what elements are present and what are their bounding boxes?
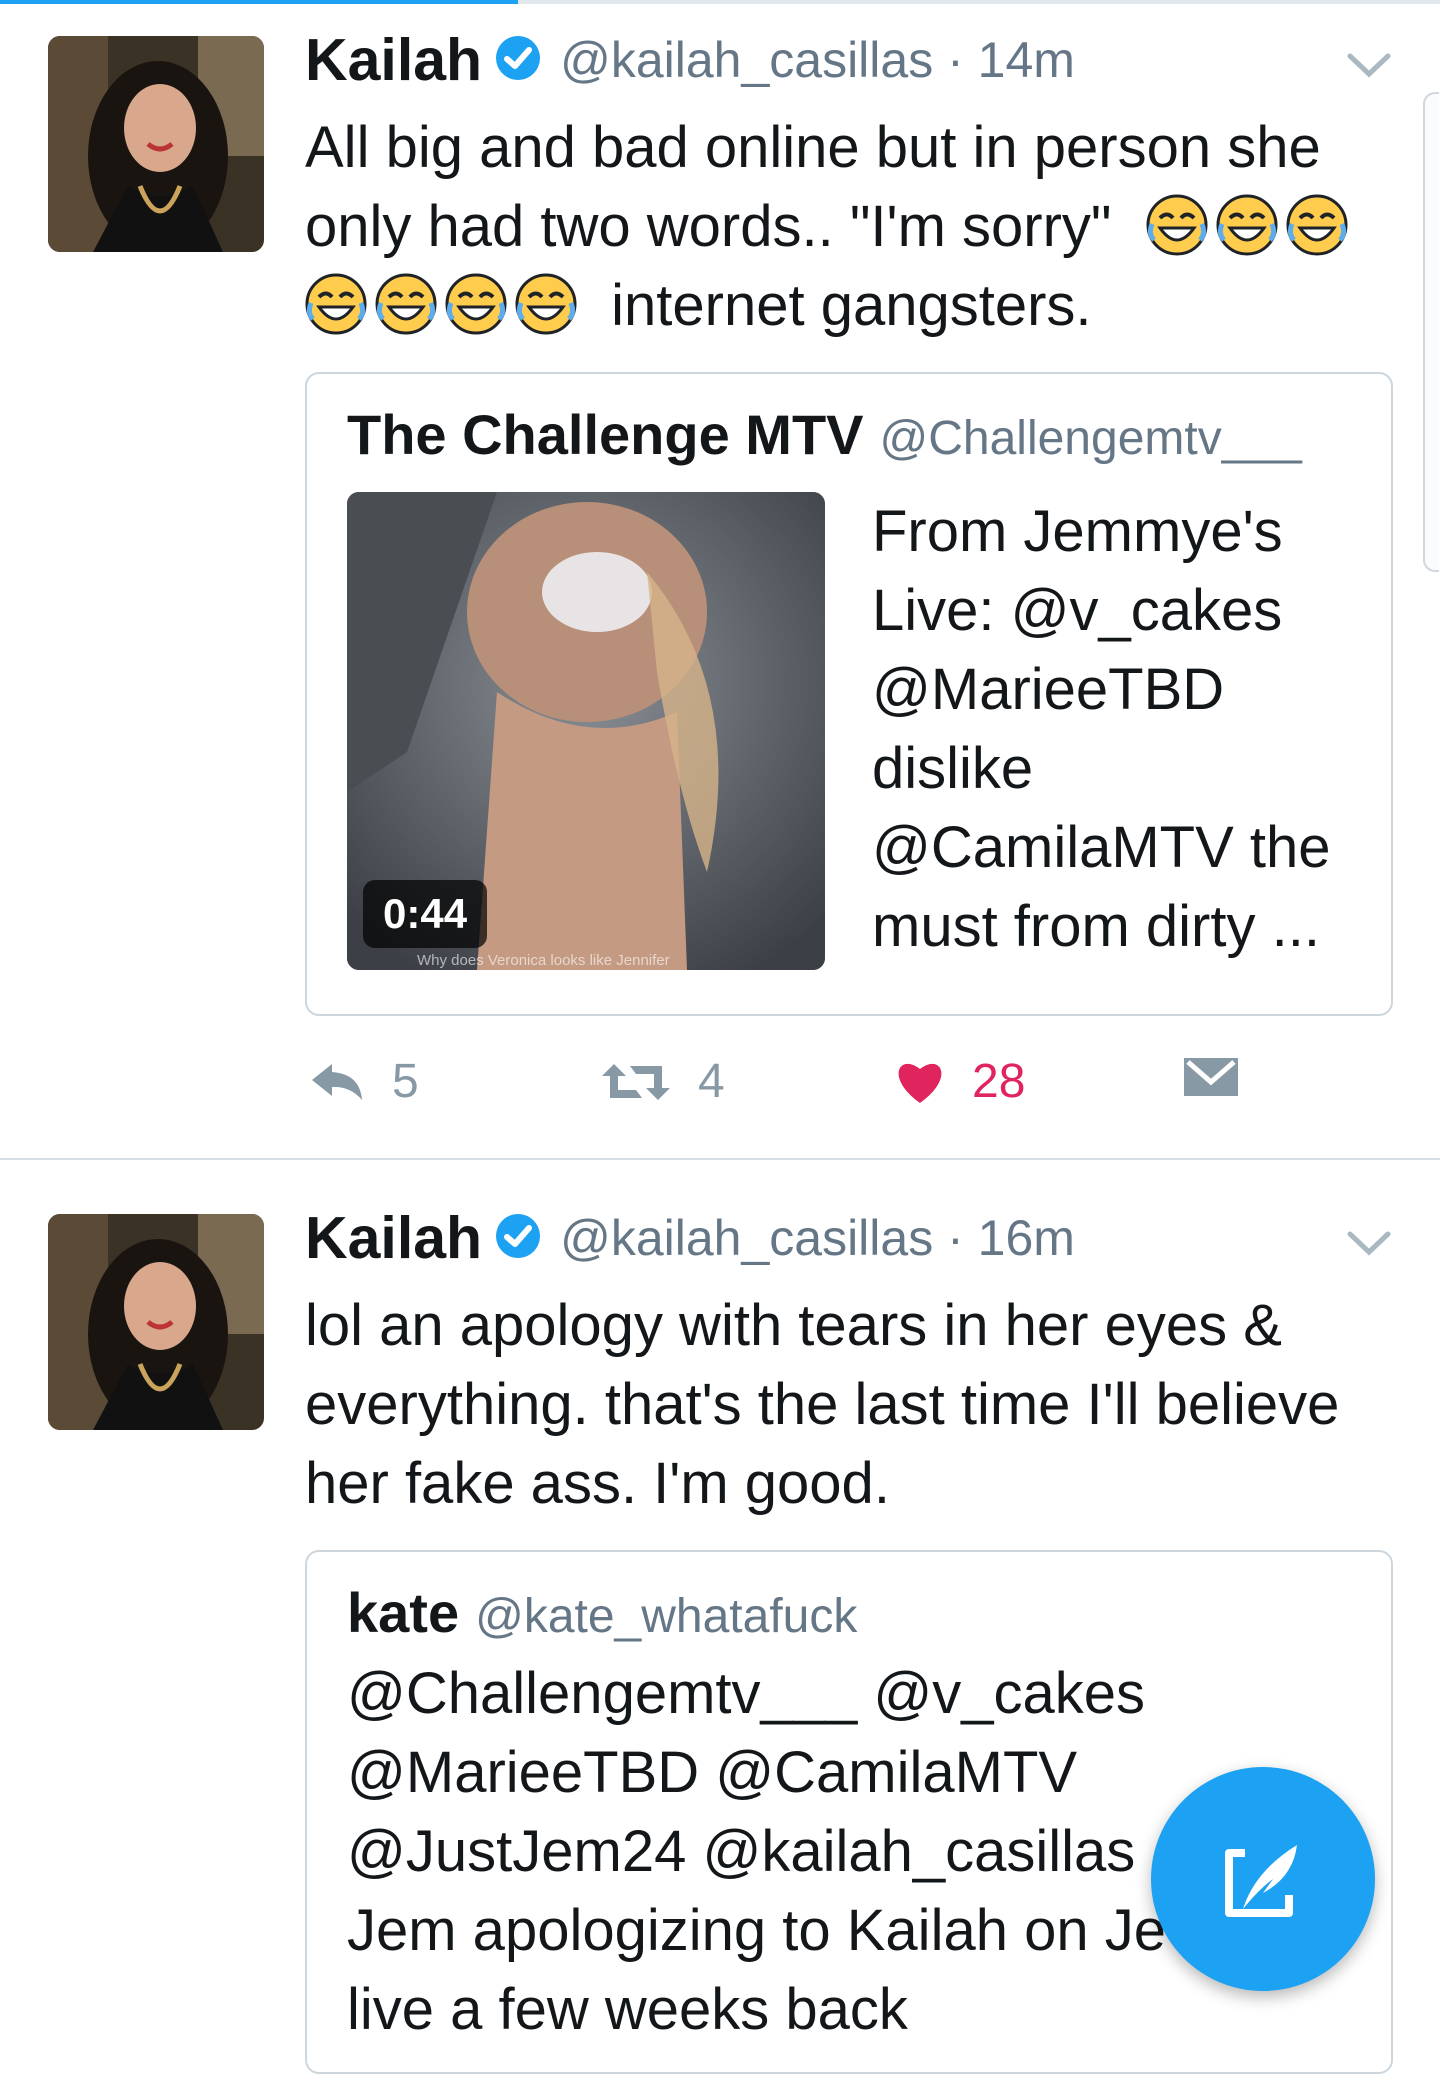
- heart-icon: [898, 1063, 942, 1103]
- tweet-text: lol an apology with tears in her eyes & …: [305, 1293, 1340, 1516]
- reply-count: 5: [392, 1055, 419, 1108]
- verified-badge-icon: [494, 1212, 542, 1265]
- quoted-author-handle: @Challengemtv___: [879, 412, 1302, 465]
- like-count: 28: [972, 1055, 1026, 1108]
- quoted-tweet-text: From Jemmye's Live: @v_cakes @MarieeTBD …: [872, 499, 1331, 959]
- quoted-tweet[interactable]: The Challenge MTV @Challengemtv___ 0:44 …: [305, 372, 1393, 1016]
- face-with-tears-of-joy-icon: [305, 273, 367, 335]
- author-handle[interactable]: @kailah_casillas: [560, 1209, 933, 1267]
- compose-tweet-icon: [1225, 1845, 1297, 1917]
- chevron-down-icon[interactable]: [1346, 50, 1392, 85]
- quoted-tweet-text: @Challengemtv___ @v_cakes @MarieeTBD @Ca…: [347, 1661, 1166, 2042]
- quoted-author-name: kate: [347, 1581, 460, 1644]
- author-handle[interactable]: @kailah_casillas: [560, 31, 933, 89]
- direct-message-icon: [1184, 1058, 1238, 1096]
- verified-badge-icon: [494, 34, 542, 87]
- avatar[interactable]: [48, 1214, 264, 1430]
- quoted-author-handle: @kate_whatafuck: [475, 1590, 858, 1643]
- face-with-tears-of-joy-icon: [1146, 194, 1208, 256]
- tweet-header: Kailah @kailah_casillas · 14m: [305, 26, 1075, 94]
- retweet-icon: [602, 1063, 670, 1100]
- chevron-down-icon[interactable]: [1346, 1228, 1392, 1263]
- tweet-text: All big and bad online but in person she…: [305, 108, 1405, 345]
- quoted-author-name: The Challenge MTV: [347, 403, 864, 466]
- face-with-tears-of-joy-icon: [445, 273, 507, 335]
- quoted-tweet-header: kate @kate_whatafuck: [347, 1580, 857, 1645]
- tweet[interactable]: Kailah @kailah_casillas · 14m All big an…: [0, 0, 1440, 1160]
- tweet-actions: 5 4 28: [0, 1054, 1440, 1124]
- retweet-count: 4: [698, 1055, 725, 1108]
- quoted-tweet-header: The Challenge MTV @Challengemtv___: [347, 402, 1302, 467]
- tweet-time: · 14m: [947, 32, 1075, 88]
- author-name[interactable]: Kailah: [305, 26, 482, 94]
- video-duration: 0:44: [363, 880, 488, 948]
- avatar[interactable]: [48, 36, 264, 252]
- tweet-time: · 16m: [947, 1210, 1075, 1266]
- author-name[interactable]: Kailah: [305, 1204, 482, 1272]
- face-with-tears-of-joy-icon: [375, 273, 437, 335]
- face-with-tears-of-joy-icon: [1286, 194, 1348, 256]
- retweet-button[interactable]: 4: [600, 1054, 725, 1109]
- reply-icon: [312, 1063, 362, 1100]
- video-thumbnail[interactable]: 0:44 Why does Veronica looks like Jennif…: [347, 492, 825, 970]
- tweet-header: Kailah @kailah_casillas · 16m: [305, 1204, 1075, 1272]
- reply-button[interactable]: 5: [308, 1054, 419, 1109]
- face-with-tears-of-joy-icon: [515, 273, 577, 335]
- face-with-tears-of-joy-icon: [1216, 194, 1278, 256]
- compose-tweet-button[interactable]: [1151, 1767, 1375, 1991]
- direct-message-button[interactable]: [1182, 1054, 1266, 1100]
- video-caption: Why does Veronica looks like Jennifer: [417, 952, 670, 969]
- like-button[interactable]: 28: [894, 1054, 1025, 1109]
